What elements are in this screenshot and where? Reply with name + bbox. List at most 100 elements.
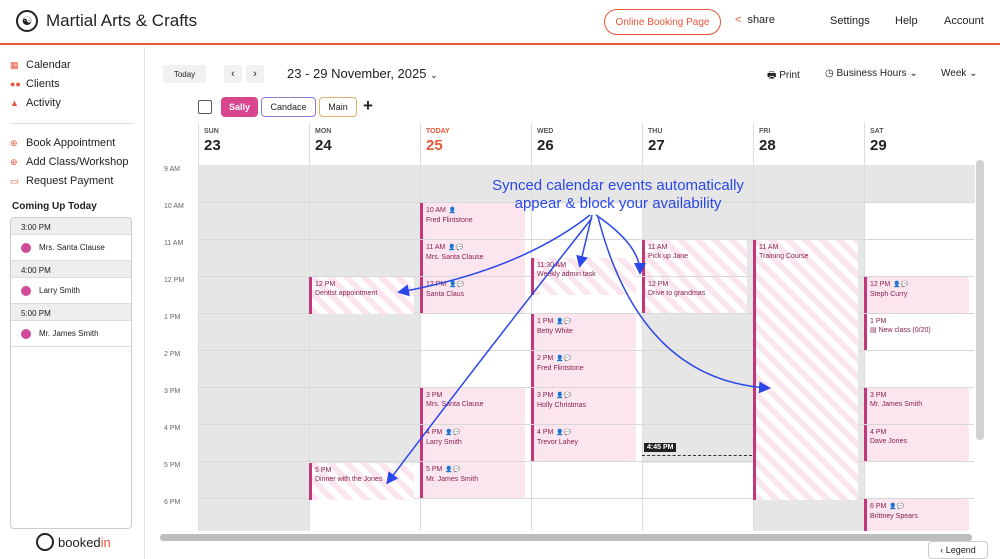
event-title: Fred Flintstone (537, 365, 584, 372)
event-block[interactable]: 6 PM 👤💬 Brittney Spears (864, 499, 969, 531)
day-column-thu[interactable] (642, 165, 753, 531)
time-label: 5 PM (164, 462, 181, 469)
event-block[interactable]: 2 PM 👤💬 Fred Flintstone (531, 351, 636, 387)
legend-button[interactable]: ‹ Legend (928, 541, 988, 559)
day-header-mon[interactable]: MON 24 (309, 123, 420, 165)
calendar-icon: ▦ (10, 59, 19, 70)
help-link[interactable]: Help (895, 15, 918, 27)
app-logo-icon[interactable]: ☯ (16, 10, 38, 32)
legend-label: Legend (945, 545, 976, 555)
online-booking-button[interactable]: Online Booking Page (604, 9, 721, 35)
time-label: 12 PM (164, 277, 185, 284)
day-header-today[interactable]: TODAY 25 (420, 123, 531, 165)
date-range-select[interactable]: 23 - 29 November, 2025 ⌄ (287, 66, 438, 81)
coming-time: 4:00 PM (11, 261, 131, 278)
coming-time: 5:00 PM (11, 304, 131, 321)
event-time: 12 PM (870, 281, 891, 288)
account-link[interactable]: Account (944, 15, 984, 27)
event-time: 4 PM (426, 429, 443, 436)
request-payment-button[interactable]: ▭ Request Payment (10, 175, 113, 187)
staff-chip-candace[interactable]: Candace (261, 97, 316, 117)
day-number: 24 (315, 137, 332, 154)
event-block[interactable]: 4 PM 👤💬 Larry Smith (420, 425, 525, 461)
event-block[interactable]: 3 PM Mr. James Smith (864, 388, 969, 424)
coming-up-list: 3:00 PM Mrs. Santa Clause 4:00 PM Larry … (10, 217, 132, 529)
share-button[interactable]: < share (735, 14, 775, 26)
list-item[interactable]: Mr. James Smith (11, 321, 131, 347)
event-title: Brittney Spears (870, 513, 918, 520)
day-header-wed[interactable]: WED 26 (531, 123, 642, 165)
avatar (21, 242, 31, 253)
event-block[interactable]: 11 AM 👤💬 Mrs. Santa Clause (420, 240, 525, 276)
sidebar-item-activity[interactable]: ▲ Activity (10, 97, 61, 109)
book-appointment-button[interactable]: ⊕ Book Appointment (10, 137, 115, 149)
time-label: 4 PM (164, 425, 181, 432)
users-icon: ●● (10, 79, 21, 89)
event-block-synced[interactable]: 11 AM Training Course (753, 240, 858, 500)
sidebar-item-clients[interactable]: ●● Clients (10, 78, 60, 90)
print-label: Print (779, 70, 800, 81)
day-header-fri[interactable]: FRI 28 (753, 123, 864, 165)
view-select[interactable]: Week ⌄ (941, 68, 978, 79)
event-block[interactable]: 3 PM 👤💬 Holly Christmas (531, 388, 636, 424)
event-block[interactable]: 12 PM 👤💬 Steph Curry (864, 277, 969, 313)
day-name: FRI (759, 128, 771, 135)
event-block-synced[interactable]: 11 AM Pick up Jane (642, 240, 747, 276)
event-block-synced[interactable]: 11:30 AM Weekly admin task (531, 258, 636, 295)
day-column-sun[interactable] (198, 165, 309, 531)
list-item[interactable]: Larry Smith (11, 278, 131, 304)
top-bar: ☯ Martial Arts & Crafts Online Booking P… (0, 0, 1000, 45)
person-chat-icon: 👤💬 (445, 467, 461, 473)
sidebar-item-label: Clients (26, 78, 60, 90)
day-header-sun[interactable]: SUN 23 (198, 123, 309, 165)
view-label: Week (941, 68, 967, 79)
coming-name: Mr. James Smith (39, 329, 99, 338)
event-title: Dinner with the Jones (315, 476, 383, 483)
settings-link[interactable]: Settings (830, 15, 870, 27)
sidebar-item-calendar[interactable]: ▦ Calendar (10, 59, 71, 71)
brand-text-accent: in (100, 534, 111, 550)
staff-chip-main[interactable]: Main (319, 97, 357, 117)
business-hours-select[interactable]: ◷ Business Hours ⌄ (825, 68, 918, 79)
chevron-down-icon: ⌄ (909, 68, 918, 79)
vertical-scrollbar[interactable] (976, 160, 984, 440)
unavailable-block (865, 165, 975, 202)
person-chat-icon: 👤💬 (556, 356, 572, 362)
print-button[interactable]: 🖶 Print (767, 68, 800, 85)
class-block[interactable]: 1 PM ▤ New class (0/20) (864, 314, 969, 350)
person-icon: 👤 (448, 208, 457, 214)
prev-week-button[interactable]: ‹ (224, 65, 242, 83)
staff-chip-sally[interactable]: Sally (221, 97, 258, 117)
event-block[interactable]: 12 PM 👤💬 Santa Claus (420, 277, 525, 313)
select-all-checkbox[interactable] (198, 100, 212, 114)
event-block[interactable]: 4 PM 👤💬 Trevor Lahey (531, 425, 636, 461)
time-label: 1 PM (164, 314, 181, 321)
day-header-thu[interactable]: THU 27 (642, 123, 753, 165)
add-class-button[interactable]: ⊕ Add Class/Workshop (10, 156, 129, 168)
today-button[interactable]: Today (163, 65, 206, 83)
event-block-synced[interactable]: 12 PM Dentist appointment (309, 277, 414, 314)
event-time: 11 AM (648, 244, 668, 251)
annotation-line: Synced calendar events automatically (492, 177, 744, 194)
next-week-button[interactable]: › (246, 65, 264, 83)
event-block-synced[interactable]: 5 PM Dinner with the Jones (309, 463, 414, 500)
day-header-sat[interactable]: SAT 29 (864, 123, 975, 165)
event-block[interactable]: 5 PM 👤💬 Mr. James Smith (420, 462, 525, 498)
available-block (643, 463, 753, 531)
event-block[interactable]: 1 PM 👤💬 Betty White (531, 314, 636, 350)
day-name: THU (648, 128, 663, 135)
day-number: 23 (204, 137, 221, 154)
class-icon: ▤ (870, 327, 877, 334)
event-title: Dave Jones (870, 438, 907, 445)
coming-time: 3:00 PM (11, 218, 131, 235)
event-block[interactable]: 4 PM Dave Jones (864, 425, 969, 461)
event-block-synced[interactable]: 12 PM Drive to grandmas (642, 277, 747, 313)
horizontal-scrollbar[interactable] (160, 534, 972, 541)
app-title: Martial Arts & Crafts (46, 11, 198, 30)
event-block[interactable]: 3 PM Mrs. Santa Clause (420, 388, 525, 424)
list-item[interactable]: Mrs. Santa Clause (11, 235, 131, 261)
event-time: 1 PM (870, 318, 887, 325)
day-number: 29 (870, 137, 887, 154)
add-staff-button[interactable]: + (363, 96, 373, 116)
plus-circle-icon: ⊕ (10, 137, 18, 148)
